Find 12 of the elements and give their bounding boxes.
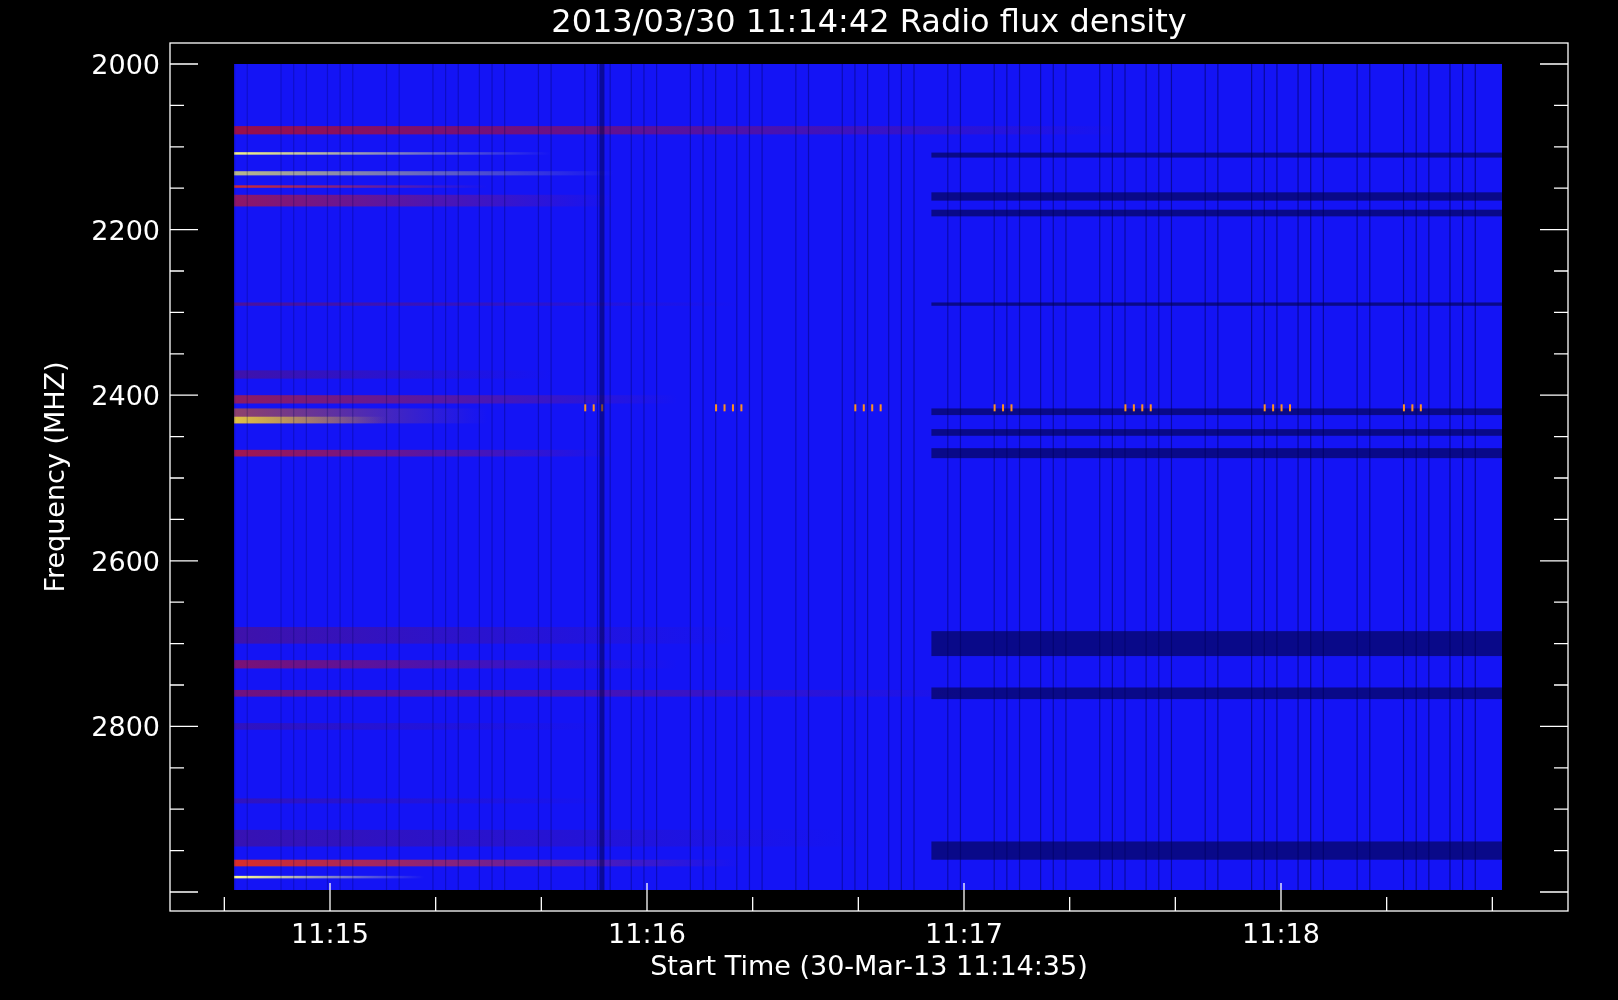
tick-label: 2000 — [91, 49, 160, 80]
axis-label: Frequency (MHZ) — [39, 361, 70, 593]
tick-label: 11:15 — [291, 918, 369, 949]
tick-label: 2400 — [91, 380, 160, 412]
tick-label: 2600 — [91, 545, 160, 577]
tick-label: 2800 — [91, 711, 160, 743]
tick-label: 2200 — [91, 214, 160, 246]
tick-label: 11:16 — [608, 918, 686, 949]
plot-title: 2013/03/30 11:14:42 Radio flux density — [551, 2, 1187, 40]
tick-label: 11:18 — [1242, 918, 1320, 949]
axis-label: Start Time (30-Mar-13 11:14:35) — [650, 950, 1088, 981]
tick-label: 11:17 — [925, 918, 1003, 949]
